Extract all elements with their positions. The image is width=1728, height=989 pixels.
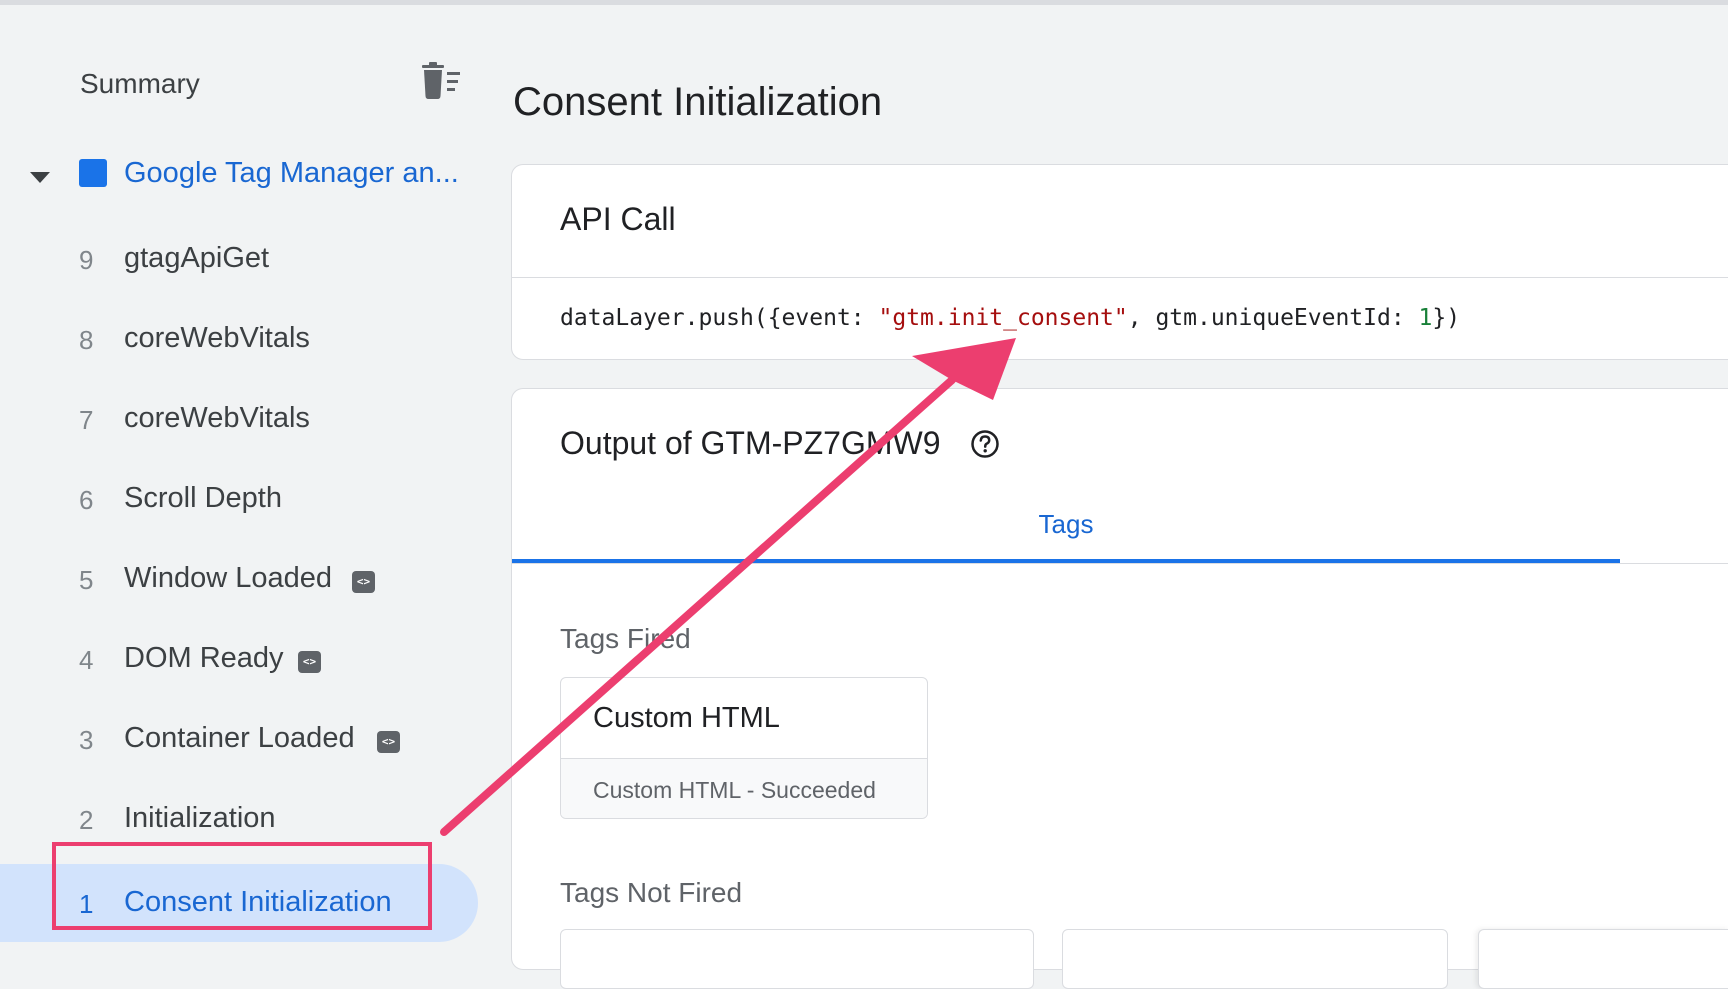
event-number: 4 [79, 645, 94, 675]
event-number: 2 [79, 805, 94, 835]
fired-tag-card[interactable]: Custom HTML Custom HTML - Succeeded [560, 677, 928, 819]
api-call-code: dataLayer.push({event: "gtm.init_consent… [560, 305, 1460, 331]
trash-list-icon[interactable] [420, 62, 462, 102]
code-event-id: 1 [1418, 305, 1433, 331]
event-number: 7 [79, 405, 94, 435]
tags-not-fired-label: Tags Not Fired [560, 877, 743, 908]
event-number: 9 [79, 245, 94, 275]
container-color-icon [79, 159, 107, 187]
api-call-heading: API Call [560, 201, 676, 237]
tab-tags-label: Tags [1038, 509, 1094, 539]
sidebar-event-6[interactable]: 6 Scroll Depth [0, 465, 478, 535]
sidebar-event-9[interactable]: 9 gtagApiGet [0, 225, 478, 295]
tag-card-footer: Custom HTML - Succeeded [561, 758, 927, 818]
event-number: 1 [79, 889, 94, 919]
event-name: gtagApiGet [124, 242, 270, 274]
caret-down-icon[interactable] [28, 167, 52, 187]
container-row[interactable]: Google Tag Manager an... [28, 155, 468, 199]
event-name: Scroll Depth [124, 482, 282, 514]
sidebar-event-7[interactable]: 7 coreWebVitals [0, 385, 478, 455]
code-suffix: }) [1432, 305, 1461, 331]
event-name: DOM Ready [124, 642, 284, 674]
event-number: 6 [79, 485, 94, 515]
summary-label: Summary [80, 68, 200, 99]
sidebar-event-8[interactable]: 8 coreWebVitals [0, 305, 478, 375]
event-name: coreWebVitals [124, 322, 310, 354]
code-brackets-icon: <> [352, 571, 375, 593]
event-number: 3 [79, 725, 94, 755]
sidebar-event-1[interactable]: 1 Consent Initialization [0, 864, 478, 942]
code-brackets-icon: <> [377, 731, 400, 753]
api-call-card: API Call dataLayer.push({event: "gtm.ini… [511, 164, 1728, 360]
code-brackets-icon: <> [298, 651, 321, 673]
output-heading-row: Output of GTM-PZ7GMW9 [560, 425, 999, 469]
sidebar-event-3[interactable]: 3 Container Loaded <> [0, 705, 478, 775]
tags-fired-label: Tags Fired [560, 623, 691, 654]
tag-status: Custom HTML - Succeeded [593, 777, 876, 803]
event-name: Container Loaded [124, 722, 355, 754]
output-heading: Output of GTM-PZ7GMW9 [560, 425, 941, 461]
event-name: Window Loaded [124, 562, 332, 594]
code-prefix: dataLayer.push({event: [560, 305, 879, 331]
container-label: Google Tag Manager an... [124, 157, 459, 189]
sidebar-event-4[interactable]: 4 DOM Ready <> [0, 625, 478, 695]
sidebar-event-5[interactable]: 5 Window Loaded <> [0, 545, 478, 615]
event-name: coreWebVitals [124, 402, 310, 434]
page-title: Consent Initialization [513, 80, 883, 124]
tab-tags[interactable]: Tags [512, 504, 1620, 552]
sidebar-event-2[interactable]: 2 Initialization [0, 785, 478, 855]
summary-row[interactable]: Summary [80, 62, 470, 102]
help-circle-icon[interactable] [970, 429, 1000, 459]
tabs-divider [512, 563, 1728, 564]
event-name: Consent Initialization [124, 886, 392, 918]
code-middle: , gtm.uniqueEventId: [1127, 305, 1419, 331]
event-number: 5 [79, 565, 94, 595]
output-card: Output of GTM-PZ7GMW9 Tags Tags Fired Cu… [511, 388, 1728, 989]
code-event-string: "gtm.init_consent" [878, 305, 1128, 331]
event-name: Initialization [124, 802, 276, 834]
tag-title: Custom HTML [593, 702, 780, 734]
not-fired-tag-card[interactable] [1478, 929, 1728, 989]
not-fired-tag-card[interactable] [1062, 929, 1448, 989]
divider [512, 277, 1728, 278]
event-number: 8 [79, 325, 94, 355]
event-sidebar: Summary Google Tag Manager an... 9 gtagA… [0, 5, 490, 960]
not-fired-tag-card[interactable] [560, 929, 1034, 989]
